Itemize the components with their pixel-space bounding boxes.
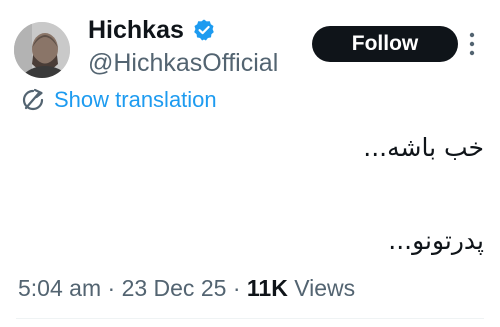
show-translation-link[interactable]: Show translation	[20, 86, 217, 114]
author-handle[interactable]: @HichkasOfficial	[88, 47, 278, 79]
avatar[interactable]	[14, 22, 70, 78]
tweet-metadata: 5:04 am · 23 Dec 25 · 11K Views	[18, 272, 355, 304]
meta-separator: ·	[107, 275, 116, 301]
views-label: Views	[294, 275, 356, 301]
author-name-row: Hichkas	[88, 14, 216, 46]
profile-photo	[14, 22, 70, 78]
tweet-time[interactable]: 5:04 am	[18, 275, 101, 301]
tweet-date[interactable]: 23 Dec 25	[122, 275, 227, 301]
verified-badge-icon	[194, 19, 214, 41]
tweet-text-line: خب باشه...	[363, 133, 484, 162]
divider	[16, 318, 484, 319]
more-vertical-icon[interactable]	[466, 31, 478, 57]
follow-button[interactable]: Follow	[312, 26, 458, 62]
views-count: 11K	[246, 275, 288, 301]
tweet-text-line: پدرتونو...	[388, 226, 484, 255]
author-display-name[interactable]: Hichkas	[88, 14, 184, 46]
tweet: Hichkas @HichkasOfficial Follow Show tra…	[0, 0, 500, 327]
meta-separator: ·	[232, 275, 241, 301]
show-translation-label[interactable]: Show translation	[54, 86, 217, 114]
translate-icon	[22, 88, 44, 111]
